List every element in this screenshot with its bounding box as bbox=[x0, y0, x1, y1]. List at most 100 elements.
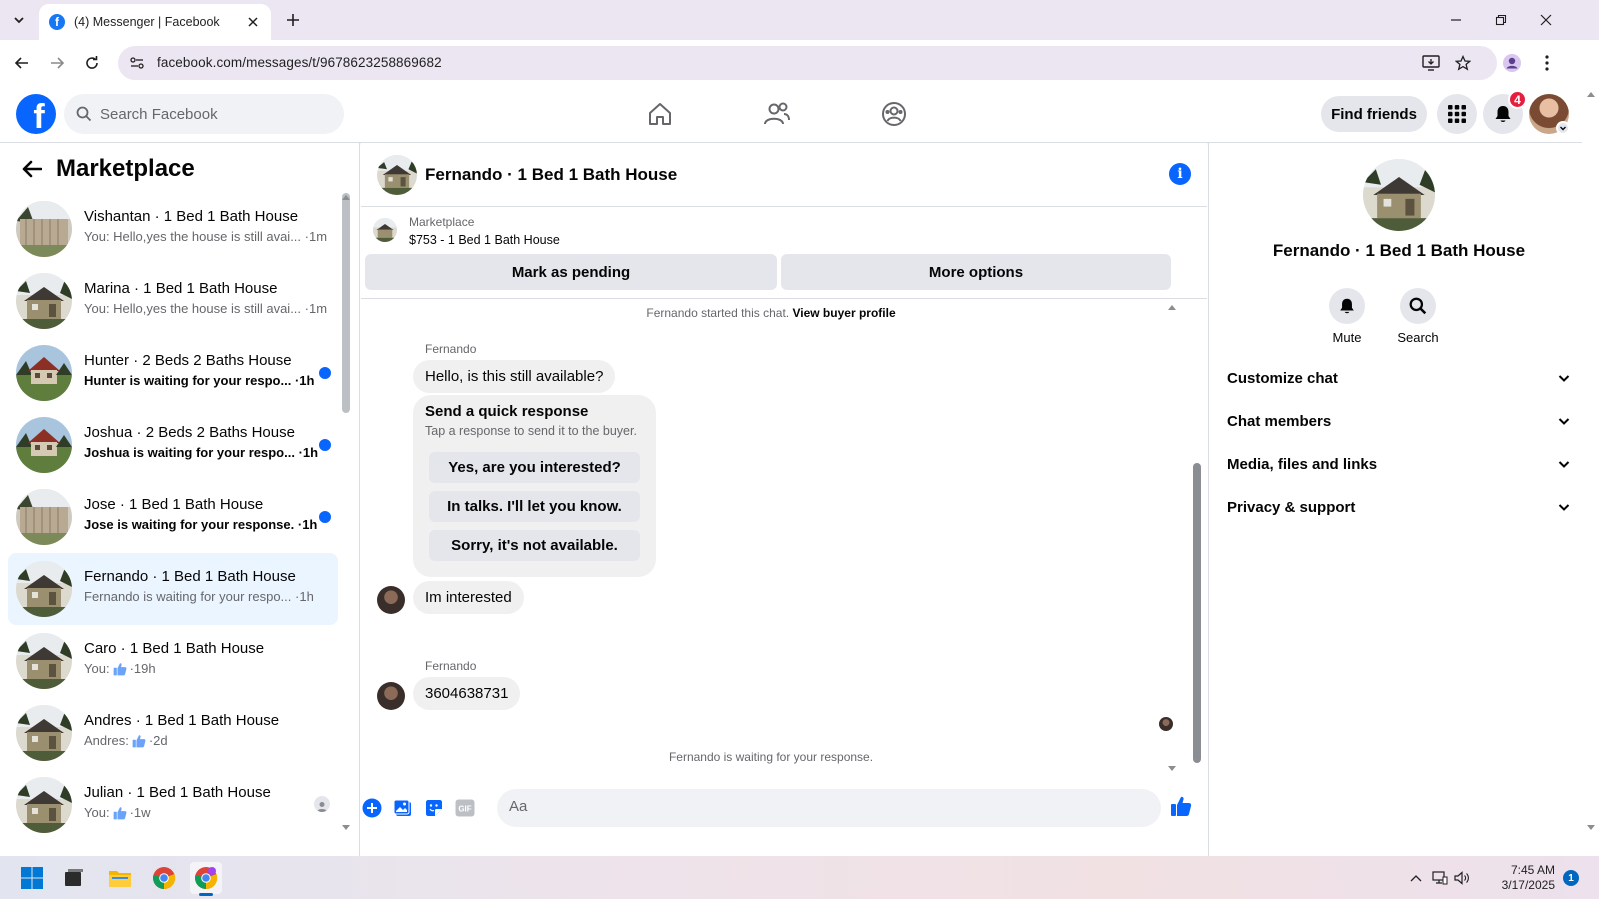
browser-menu-button[interactable] bbox=[1535, 51, 1559, 75]
menu-button[interactable] bbox=[1437, 94, 1477, 134]
profile-icon bbox=[1503, 54, 1521, 72]
media-files-links-section[interactable]: Media, files and links bbox=[1223, 444, 1575, 484]
url-text[interactable]: facebook.com/messages/t/9678623258869682 bbox=[157, 55, 442, 70]
file-explorer-button[interactable] bbox=[104, 862, 136, 894]
chrome-icon bbox=[153, 867, 176, 890]
conversation-preview: Hunter is waiting for your respo... · 1h bbox=[84, 373, 314, 388]
conversation-item[interactable]: Fernando · 1 Bed 1 Bath House Fernando is… bbox=[8, 553, 338, 625]
privacy-support-section[interactable]: Privacy & support bbox=[1223, 487, 1575, 527]
mute-action[interactable]: Mute bbox=[1317, 288, 1377, 345]
listing-thumbnail[interactable] bbox=[373, 218, 397, 242]
facebook-logo[interactable]: f bbox=[16, 94, 56, 134]
reload-button[interactable] bbox=[80, 51, 104, 75]
conversation-preview: Jose is waiting for your response. · 1h bbox=[84, 517, 317, 532]
customize-chat-section[interactable]: Customize chat bbox=[1223, 358, 1575, 398]
chrome-taskbar-button[interactable] bbox=[148, 862, 180, 894]
network-icon[interactable] bbox=[1430, 862, 1450, 894]
message-input[interactable] bbox=[509, 798, 1109, 815]
restore-button[interactable] bbox=[1488, 8, 1514, 32]
info-icon[interactable]: i bbox=[1169, 163, 1191, 185]
new-tab-button[interactable] bbox=[283, 10, 303, 30]
arrow-left-icon bbox=[22, 160, 42, 178]
conversation-item[interactable]: Caro · 1 Bed 1 Bath House You: · 19h bbox=[8, 625, 338, 697]
preview-time: 19h bbox=[133, 661, 156, 676]
close-window-button[interactable] bbox=[1533, 8, 1559, 32]
chat-avatar[interactable] bbox=[377, 155, 417, 195]
facebook-header: f Find friends 4 bbox=[0, 86, 1582, 143]
task-view-icon bbox=[65, 869, 83, 886]
quick-response-option[interactable]: Yes, are you interested? bbox=[429, 452, 640, 483]
show-hidden-icons-button[interactable] bbox=[1406, 862, 1426, 894]
facebook-search[interactable] bbox=[64, 94, 344, 134]
quick-response-option[interactable]: Sorry, it's not available. bbox=[429, 530, 640, 561]
nav-home[interactable] bbox=[605, 90, 715, 138]
details-avatar[interactable] bbox=[1363, 159, 1435, 231]
sender-avatar[interactable] bbox=[377, 586, 405, 614]
conversation-item[interactable]: Hunter · 2 Beds 2 Baths House Hunter is w… bbox=[8, 337, 338, 409]
site-info-icon[interactable] bbox=[126, 52, 148, 74]
clock-time: 7:45 AM bbox=[1510, 863, 1555, 877]
conversation-item[interactable]: Marina · 1 Bed 1 Bath House You: Hello,ye… bbox=[8, 265, 338, 337]
chevron-down-icon[interactable] bbox=[1556, 121, 1570, 135]
quick-response-option[interactable]: In talks. I'll let you know. bbox=[429, 491, 640, 522]
mute-label: Mute bbox=[1332, 330, 1362, 345]
page-scrollbar[interactable] bbox=[1582, 86, 1599, 856]
nav-groups[interactable] bbox=[839, 90, 949, 138]
tab-search-button[interactable] bbox=[8, 9, 30, 31]
message-bubble: 3604638731 bbox=[413, 677, 521, 710]
conversation-item[interactable]: Julian · 1 Bed 1 Bath House You: · 1w bbox=[8, 769, 338, 841]
conversation-name: Marina · 1 Bed 1 Bath House bbox=[84, 280, 278, 297]
friends-icon bbox=[764, 102, 790, 125]
conversation-name: Hunter · 2 Beds 2 Baths House bbox=[84, 352, 292, 369]
address-bar[interactable]: facebook.com/messages/t/9678623258869682 bbox=[118, 46, 1497, 80]
start-button[interactable] bbox=[16, 862, 48, 894]
sidebar-scrollbar-thumb[interactable] bbox=[342, 193, 350, 413]
svg-text:GIF: GIF bbox=[458, 805, 471, 814]
conversation-item[interactable]: Joshua · 2 Beds 2 Baths House Joshua is w… bbox=[8, 409, 338, 481]
listing-price[interactable]: $753 - 1 Bed 1 Bath House bbox=[409, 233, 560, 247]
notification-center-badge[interactable]: 1 bbox=[1563, 870, 1579, 886]
marketplace-listing-bar: Marketplace $753 - 1 Bed 1 Bath House Ma… bbox=[361, 207, 1207, 299]
windows-logo-icon bbox=[21, 867, 43, 889]
conversation-preview: You: · 1w bbox=[84, 805, 151, 820]
install-app-icon[interactable] bbox=[1420, 52, 1442, 74]
chrome-active-taskbar-button[interactable] bbox=[190, 862, 222, 896]
preview-text: You: Hello,yes the house is still avai..… bbox=[84, 229, 302, 244]
conversation-item[interactable]: Andres · 1 Bed 1 Bath House Andres: · 2d bbox=[8, 697, 338, 769]
search-input[interactable] bbox=[100, 105, 320, 123]
chat-scrollbar-thumb[interactable] bbox=[1193, 463, 1201, 763]
sidebar-title: Marketplace bbox=[56, 155, 195, 182]
gif-button[interactable]: GIF bbox=[453, 796, 477, 820]
back-arrow-button[interactable] bbox=[20, 157, 44, 181]
sender-avatar[interactable] bbox=[377, 682, 405, 710]
find-friends-button[interactable]: Find friends bbox=[1321, 96, 1427, 132]
conversation-preview: Joshua is waiting for your respo... · 1h bbox=[84, 445, 318, 460]
back-button[interactable] bbox=[10, 51, 34, 75]
volume-icon[interactable] bbox=[1452, 862, 1472, 894]
like-send-button[interactable] bbox=[1169, 794, 1193, 818]
groups-icon bbox=[882, 102, 906, 126]
chat-header: Fernando · 1 Bed 1 Bath House i bbox=[361, 143, 1207, 207]
conversation-avatar bbox=[16, 345, 72, 401]
conversation-item[interactable]: Jose · 1 Bed 1 Bath House Jose is waiting… bbox=[8, 481, 338, 553]
nav-friends[interactable] bbox=[722, 90, 832, 138]
search-action[interactable]: Search bbox=[1388, 288, 1448, 345]
profile-button[interactable] bbox=[1500, 51, 1524, 75]
clock[interactable]: 7:45 AM 3/17/2025 bbox=[1497, 863, 1555, 893]
minimize-button[interactable] bbox=[1443, 8, 1469, 32]
bookmark-star-icon[interactable] bbox=[1452, 52, 1474, 74]
browser-tab-messenger[interactable]: f (4) Messenger | Facebook bbox=[39, 4, 271, 40]
chat-members-section[interactable]: Chat members bbox=[1223, 401, 1575, 441]
photo-button[interactable] bbox=[391, 796, 415, 820]
mark-as-pending-button[interactable]: Mark as pending bbox=[365, 254, 777, 290]
sticker-button[interactable] bbox=[422, 796, 446, 820]
tab-close-icon[interactable] bbox=[245, 14, 261, 30]
add-attachment-button[interactable] bbox=[360, 796, 384, 820]
more-options-button[interactable]: More options bbox=[781, 254, 1171, 290]
view-buyer-profile-link[interactable]: View buyer profile bbox=[792, 306, 895, 320]
more-vertical-icon bbox=[1545, 55, 1549, 71]
forward-button[interactable] bbox=[45, 51, 69, 75]
conversation-item[interactable]: Vishantan · 1 Bed 1 Bath House You: Hello… bbox=[8, 193, 338, 265]
preview-time: 1h bbox=[299, 589, 314, 604]
task-view-button[interactable] bbox=[58, 862, 90, 894]
